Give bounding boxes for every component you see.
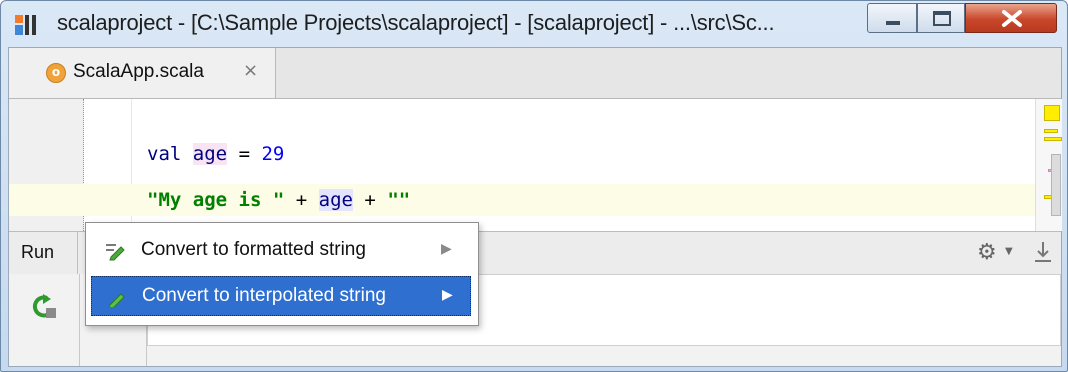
menu-item-convert-to-interpolated-string[interactable]: Convert to interpolated string ▶ (91, 276, 471, 316)
code-line-2[interactable]: "My age is " + age + "" (147, 189, 410, 211)
tab-close-icon[interactable]: × (243, 60, 258, 81)
gear-icon[interactable]: ⚙ (977, 240, 997, 265)
keyword-val: val (147, 143, 182, 165)
maximize-icon (933, 11, 951, 26)
close-icon (1002, 10, 1022, 27)
pin-icon[interactable] (1033, 240, 1053, 264)
run-panel-title[interactable]: Run (21, 242, 54, 263)
menu-item-label: Convert to formatted string (141, 239, 366, 260)
intellij-logo-icon (15, 15, 36, 35)
editor-scrollbar[interactable] (1051, 154, 1061, 216)
close-button[interactable] (965, 3, 1057, 33)
rerun-icon[interactable] (29, 292, 59, 322)
identifier-age-usage: age (318, 189, 353, 211)
inspection-status-icon[interactable] (1044, 105, 1060, 121)
tab-scalaapp[interactable]: o ScalaApp.scala × (9, 48, 276, 98)
window-title: scalaproject - [C:\Sample Projects\scala… (57, 10, 775, 35)
scala-object-icon: o (46, 63, 66, 83)
identifier-age: age (192, 143, 228, 165)
code-editor[interactable]: val age = 29 "My age is " + age + "" (9, 99, 1062, 231)
warning-marker[interactable] (1044, 137, 1062, 141)
ide-window: scalaproject - [C:\Sample Projects\scala… (0, 0, 1068, 372)
scala-object-letter: o (51, 65, 61, 79)
code-line-1[interactable]: val age = 29 (147, 143, 284, 165)
chevron-down-icon[interactable]: ▼ (1005, 246, 1013, 257)
operator-assign: = (238, 143, 251, 165)
run-toolbar (9, 274, 80, 366)
menu-item-label: Convert to interpolated string (142, 285, 386, 306)
minimize-icon (886, 21, 900, 25)
operator-plus-2: + (364, 189, 376, 211)
operator-plus-1: + (295, 189, 308, 211)
editor-tab-bar: o ScalaApp.scala × (9, 48, 1061, 99)
submenu-arrow-icon: ▶ (441, 241, 452, 257)
submenu-arrow-icon: ▶ (442, 287, 453, 303)
warning-marker[interactable] (1044, 129, 1058, 133)
pencil-icon (106, 244, 125, 261)
menu-item-convert-to-formatted-string[interactable]: Convert to formatted string ▶ (91, 231, 471, 271)
maximize-button[interactable] (917, 3, 965, 33)
divider (77, 232, 78, 274)
string-literal-2: "" (387, 189, 411, 211)
number-literal: 29 (261, 143, 285, 165)
intention-actions-popup: Convert to formatted string ▶ Convert to… (85, 222, 479, 326)
pencil-icon (108, 293, 125, 307)
minimize-button[interactable] (867, 3, 917, 33)
string-literal-1: "My age is " (147, 189, 285, 211)
title-bar[interactable]: scalaproject - [C:\Sample Projects\scala… (1, 1, 1067, 47)
tab-label: ScalaApp.scala (73, 61, 204, 82)
